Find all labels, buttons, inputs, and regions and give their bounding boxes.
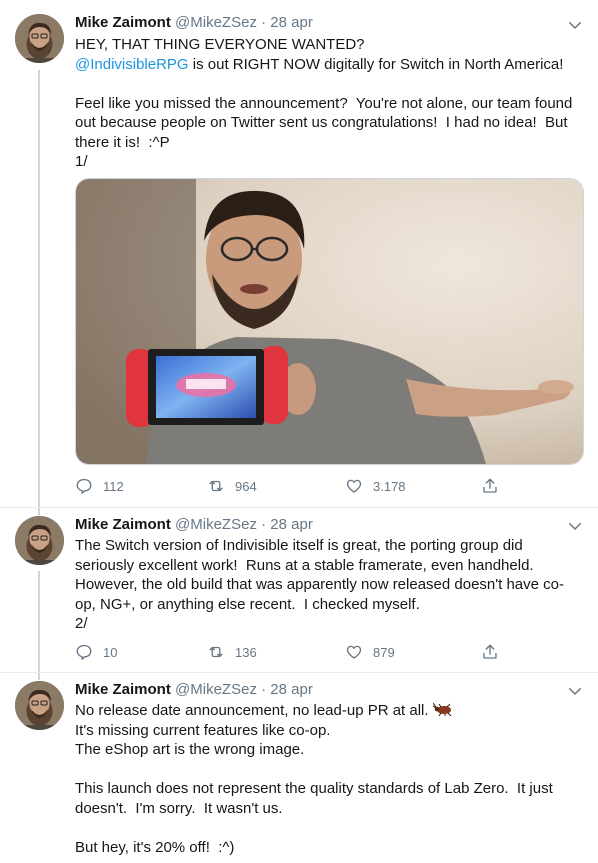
- chevron-down-icon[interactable]: [566, 16, 584, 34]
- tweet-line: out because people on Twitter sent us co…: [75, 114, 568, 131]
- retweet-count: 964: [235, 478, 257, 494]
- share-button[interactable]: [481, 641, 499, 663]
- share-icon: [483, 644, 497, 659]
- tweet-1[interactable]: Mike Zaimont @MikeZSez · 28 apr HEY, THA…: [0, 0, 598, 507]
- heart-icon: [346, 479, 362, 493]
- author-handle[interactable]: @MikeZSez: [175, 681, 257, 698]
- tweet-date[interactable]: 28 apr: [270, 681, 313, 698]
- separator-dot: ·: [261, 516, 267, 533]
- tweet-date[interactable]: 28 apr: [270, 516, 313, 533]
- like-button[interactable]: 879: [345, 641, 395, 663]
- tweet-line: 1/: [75, 153, 88, 170]
- like-count: 879: [373, 644, 395, 660]
- heart-icon: [346, 645, 362, 659]
- avatar-image: [15, 14, 64, 63]
- tweet-3[interactable]: Mike Zaimont @MikeZSez · 28 apr No relea…: [0, 672, 598, 863]
- photo-image: [76, 179, 583, 464]
- reply-icon: [76, 644, 92, 660]
- tweet-line: It's missing current features like co-op…: [75, 721, 331, 739]
- author-handle[interactable]: @MikeZSez: [175, 14, 257, 31]
- share-button[interactable]: [481, 475, 499, 497]
- tweet-line: The eShop art is the wrong image.: [75, 741, 305, 758]
- author-handle[interactable]: @MikeZSez: [175, 516, 257, 533]
- reply-button[interactable]: 112: [75, 475, 124, 497]
- author-name[interactable]: Mike Zaimont: [75, 681, 171, 698]
- tweet-line: there it is! :^P: [75, 133, 170, 151]
- chevron-down-icon[interactable]: [566, 517, 584, 535]
- tweet-line: op, NG+, or anything else recent. I chec…: [75, 595, 420, 613]
- chevron-down-icon[interactable]: [566, 682, 584, 700]
- tweet-line: doesn't. I'm sorry. It wasn't us.: [75, 799, 283, 817]
- reply-button[interactable]: 10: [75, 641, 117, 663]
- thread-connector-line: [38, 673, 40, 680]
- tweet-line: [75, 760, 575, 780]
- avatar[interactable]: [15, 14, 64, 63]
- avatar[interactable]: [15, 516, 64, 565]
- tweet-line: [75, 818, 575, 838]
- share-icon: [483, 478, 497, 493]
- tweet-header: Mike Zaimont @MikeZSez · 28 apr: [75, 515, 313, 535]
- tweet-actions: 112 964 3.178: [75, 475, 505, 497]
- tweet-line: This launch does not represent the quali…: [75, 780, 553, 797]
- tweet-line: Feel like you missed the announcement? Y…: [75, 94, 573, 112]
- tweet-line: No release date announcement, no lead-up…: [75, 701, 575, 721]
- retweet-button[interactable]: 964: [207, 475, 257, 497]
- reply-count: 112: [103, 478, 124, 494]
- tweet-text: HEY, THAT THING EVERYONE WANTED? @Indivi…: [75, 35, 575, 172]
- retweet-icon: [209, 480, 223, 492]
- tweet-line: The Switch version of Indivisible itself…: [75, 537, 523, 554]
- thread-connector-line: [38, 508, 40, 515]
- tweet-header: Mike Zaimont @MikeZSez · 28 apr: [75, 680, 313, 700]
- retweet-icon: [209, 646, 223, 658]
- tweet-line: But hey, it's 20% off! :^): [75, 838, 235, 856]
- tweet-line: HEY, THAT THING EVERYONE WANTED?: [75, 36, 365, 53]
- cockroach-emoji: [432, 702, 452, 716]
- separator-dot: ·: [261, 14, 267, 31]
- tweet-line-text: No release date announcement, no lead-up…: [75, 702, 433, 719]
- tweet-line-text: is out RIGHT NOW digitally for Switch in…: [188, 55, 564, 73]
- author-name[interactable]: Mike Zaimont: [75, 14, 171, 31]
- tweet-thread: Mike Zaimont @MikeZSez · 28 apr HEY, THA…: [0, 0, 598, 862]
- tweet-line: [75, 74, 575, 94]
- tweet-date[interactable]: 28 apr: [270, 14, 313, 31]
- separator-dot: ·: [261, 681, 267, 698]
- like-count: 3.178: [373, 478, 406, 494]
- retweet-count: 136: [235, 644, 257, 660]
- thread-connector-line: [38, 70, 40, 507]
- mention-link[interactable]: @IndivisibleRPG: [75, 56, 189, 73]
- tweet-header: Mike Zaimont @MikeZSez · 28 apr: [75, 13, 313, 33]
- avatar[interactable]: [15, 681, 64, 730]
- avatar-image: [15, 516, 64, 565]
- tweet-2[interactable]: Mike Zaimont @MikeZSez · 28 apr The Swit…: [0, 507, 598, 673]
- retweet-button[interactable]: 136: [207, 641, 257, 663]
- tweet-line: 2/: [75, 615, 88, 632]
- tweet-text: No release date announcement, no lead-up…: [75, 701, 575, 857]
- reply-count: 10: [103, 644, 118, 660]
- tweet-line: @IndivisibleRPG is out RIGHT NOW digital…: [75, 55, 575, 75]
- tweet-line: However, the old build that was apparent…: [75, 576, 564, 593]
- thread-connector-line: [38, 571, 40, 673]
- like-button[interactable]: 3.178: [345, 475, 406, 497]
- reply-icon: [76, 478, 92, 494]
- avatar-image: [15, 681, 64, 730]
- author-name[interactable]: Mike Zaimont: [75, 516, 171, 533]
- tweet-actions: 10 136 879: [75, 641, 505, 663]
- tweet-text: The Switch version of Indivisible itself…: [75, 536, 575, 634]
- tweet-line: seriously excellent work! Runs at a stab…: [75, 556, 534, 574]
- tweet-photo[interactable]: [75, 178, 584, 465]
